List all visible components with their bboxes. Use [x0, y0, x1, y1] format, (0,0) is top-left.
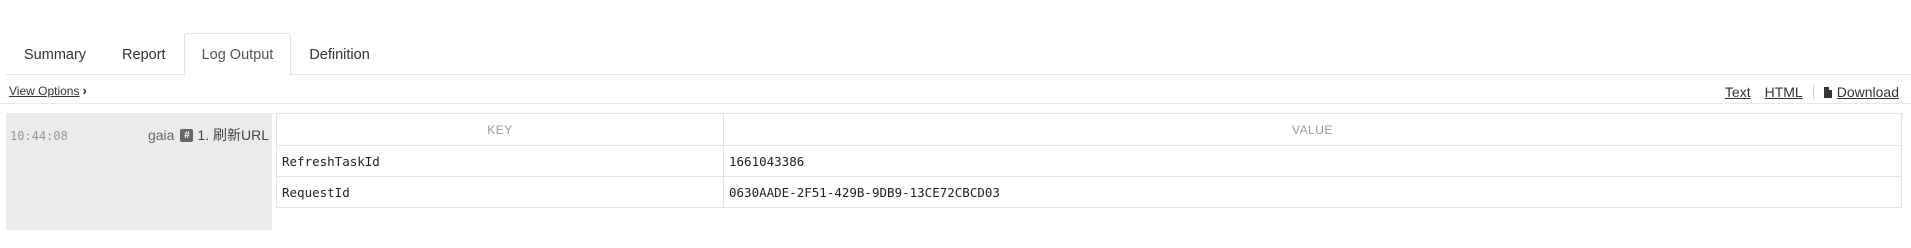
column-header-key: KEY: [276, 113, 724, 146]
log-toolbar: View Options › Text HTML Download: [0, 78, 1911, 104]
log-user: gaia: [147, 127, 175, 143]
tab-definition[interactable]: Definition: [291, 33, 387, 75]
log-source: gaia # 1. 刷新URL: [148, 125, 269, 145]
tab-report[interactable]: Report: [104, 33, 184, 75]
file-icon: [1823, 87, 1832, 98]
chevron-right-icon: ›: [82, 83, 87, 98]
tab-bar: Summary Report Log Output Definition: [6, 33, 1911, 76]
table-cell-key: RequestId: [276, 176, 724, 208]
export-links: Text HTML Download: [1725, 84, 1899, 100]
column-header-value: VALUE: [723, 113, 1902, 146]
view-options-label: View Options: [9, 84, 80, 98]
table-row: RequestId 0630AADE-2F51-429B-9DB9-13CE72…: [276, 176, 1902, 208]
table-cell-value: 0630AADE-2F51-429B-9DB9-13CE72CBCD03: [723, 176, 1902, 208]
tab-log-output[interactable]: Log Output: [183, 33, 292, 76]
table-cell-value: 1661043386: [723, 145, 1902, 177]
download-label: Download: [1836, 84, 1899, 100]
text-link[interactable]: Text: [1725, 84, 1751, 100]
key-value-table: KEY VALUE RefreshTaskId 1661043386 Reque…: [276, 113, 1902, 208]
divider: [1812, 85, 1814, 99]
log-step: 1. 刷新URL: [197, 127, 269, 143]
table-cell-key: RefreshTaskId: [276, 145, 724, 177]
download-link[interactable]: Download: [1823, 84, 1899, 100]
view-options-link[interactable]: View Options ›: [9, 83, 87, 98]
log-entry-meta: 10:44:08 gaia # 1. 刷新URL: [6, 113, 272, 230]
table-row: RefreshTaskId 1661043386: [276, 145, 1902, 177]
html-link[interactable]: HTML: [1765, 84, 1803, 100]
log-entry: 10:44:08 gaia # 1. 刷新URL KEY VALUE Refre…: [6, 113, 1902, 230]
tab-summary[interactable]: Summary: [6, 33, 104, 75]
table-header-row: KEY VALUE: [276, 113, 1902, 146]
step-icon: #: [180, 128, 194, 142]
log-timestamp: 10:44:08: [10, 129, 68, 143]
